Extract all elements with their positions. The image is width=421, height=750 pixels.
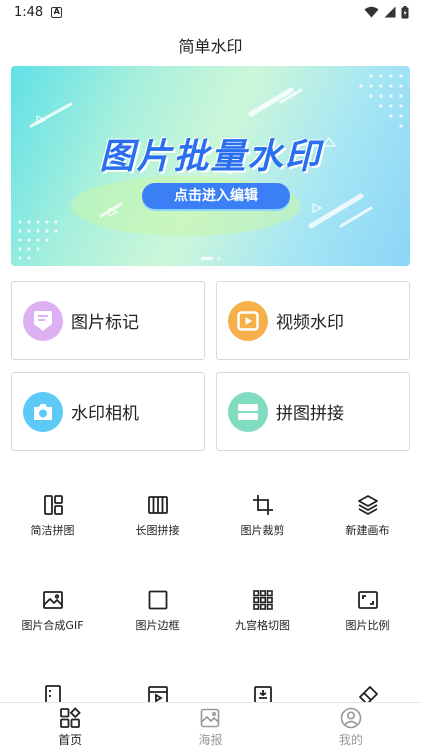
- nav-poster[interactable]: 海报: [140, 703, 280, 750]
- nav-home[interactable]: 首页: [0, 703, 140, 750]
- tool-new-canvas-label: 新建画布: [345, 524, 390, 537]
- nav-profile[interactable]: 我的: [281, 703, 421, 750]
- card-image-mark-label: 图片标记: [71, 313, 139, 333]
- banner-headline: 图片批量水印: [99, 137, 322, 177]
- page-title: 简单水印: [178, 37, 243, 56]
- card-video-watermark-label: 视频水印: [276, 313, 344, 333]
- simple-collage-icon: [43, 495, 63, 515]
- nav-home-label: 首页: [58, 733, 83, 747]
- notification-icon: A: [51, 6, 63, 18]
- card-watermark-camera[interactable]: 水印相机: [11, 372, 205, 451]
- camera-icon: [23, 391, 63, 432]
- home-grid-icon: [60, 707, 81, 728]
- tool-border[interactable]: 图片边框: [105, 589, 210, 633]
- layers-icon: [357, 495, 378, 515]
- stitch-icon: [228, 391, 268, 432]
- banner-dot: [217, 257, 221, 260]
- promo-banner[interactable]: 图片批量水印 点击进入编辑: [11, 66, 410, 266]
- tool-border-label: 图片边框: [135, 619, 180, 632]
- tool-ratio-label: 图片比例: [345, 619, 390, 632]
- long-image-icon: [147, 496, 168, 514]
- tool-crop[interactable]: 图片裁剪: [210, 494, 315, 538]
- card-stitch-label: 拼图拼接: [276, 404, 344, 424]
- bottom-nav: 首页 海报 我的: [0, 702, 421, 750]
- signal-icon: [384, 6, 396, 18]
- banner-edit-button[interactable]: 点击进入编辑: [142, 183, 290, 209]
- banner-page-indicator: [201, 257, 221, 260]
- card-stitch[interactable]: 拼图拼接: [216, 372, 410, 451]
- status-left: 1:48 A: [14, 4, 63, 20]
- wifi-icon: [364, 6, 379, 18]
- tool-ratio[interactable]: 图片比例: [315, 589, 420, 633]
- battery-icon: [401, 5, 409, 18]
- tool-simple-collage[interactable]: 简洁拼图: [0, 494, 105, 538]
- gif-image-icon: [42, 591, 63, 609]
- status-time: 1:48: [14, 4, 44, 20]
- status-bar: 1:48 A: [0, 0, 421, 24]
- card-image-mark[interactable]: 图片标记: [11, 281, 205, 360]
- tool-nine-grid-label: 九宫格切图: [235, 619, 290, 632]
- video-play-icon: [228, 300, 268, 341]
- crop-icon: [252, 495, 273, 515]
- tool-new-canvas[interactable]: 新建画布: [315, 494, 420, 538]
- profile-icon: [340, 707, 362, 729]
- tool-nine-grid[interactable]: 九宫格切图: [210, 589, 315, 633]
- banner-dot-active: [201, 257, 213, 260]
- tool-long-image-label: 长图拼接: [135, 524, 180, 537]
- image-mark-icon: [23, 300, 63, 341]
- nav-poster-label: 海报: [198, 733, 223, 747]
- nav-profile-label: 我的: [338, 733, 363, 747]
- tool-simple-collage-label: 简洁拼图: [30, 524, 75, 537]
- ratio-icon: [357, 591, 378, 609]
- tool-long-image[interactable]: 长图拼接: [105, 494, 210, 538]
- border-frame-icon: [148, 590, 167, 610]
- card-video-watermark[interactable]: 视频水印: [216, 281, 410, 360]
- status-right: [364, 5, 409, 19]
- tool-gif-label: 图片合成GIF: [21, 619, 84, 632]
- tool-gif[interactable]: 图片合成GIF: [0, 589, 105, 633]
- poster-icon: [201, 708, 220, 728]
- nine-grid-icon: [252, 590, 273, 610]
- card-watermark-camera-label: 水印相机: [71, 404, 139, 424]
- tool-crop-label: 图片裁剪: [240, 524, 285, 537]
